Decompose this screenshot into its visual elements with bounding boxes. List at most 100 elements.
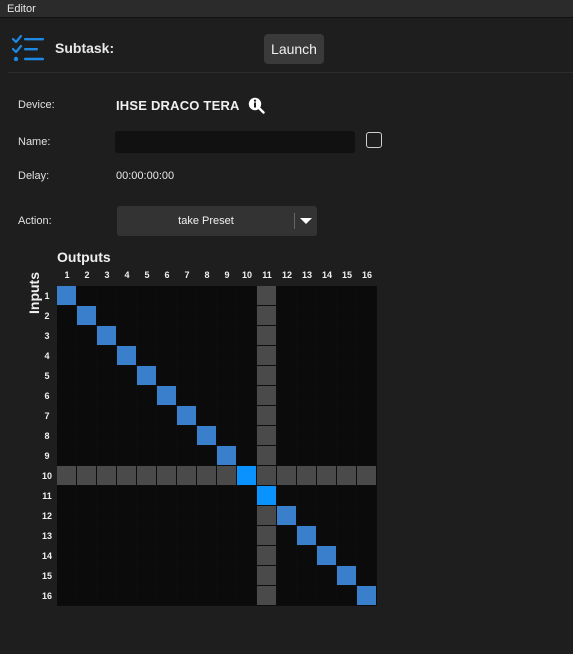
crosspoint-cell-in11-out12[interactable] (277, 486, 296, 505)
crosspoint-cell-in10-out15[interactable] (337, 466, 356, 485)
crosspoint-cell-in1-out6[interactable] (157, 286, 176, 305)
crosspoint-cell-in11-out8[interactable] (197, 486, 216, 505)
crosspoint-cell-in2-out9[interactable] (217, 306, 236, 325)
crosspoint-cell-in5-out8[interactable] (197, 366, 216, 385)
crosspoint-cell-in16-out15[interactable] (337, 586, 356, 605)
crosspoint-cell-in13-out13[interactable] (297, 526, 316, 545)
crosspoint-cell-in4-out6[interactable] (157, 346, 176, 365)
crosspoint-cell-in4-out14[interactable] (317, 346, 336, 365)
crosspoint-cell-in4-out11[interactable] (257, 346, 276, 365)
crosspoint-cell-in15-out5[interactable] (137, 566, 156, 585)
crosspoint-cell-in5-out7[interactable] (177, 366, 196, 385)
crosspoint-cell-in5-out11[interactable] (257, 366, 276, 385)
crosspoint-cell-in15-out15[interactable] (337, 566, 356, 585)
crosspoint-cell-in6-out8[interactable] (197, 386, 216, 405)
crosspoint-cell-in9-out16[interactable] (357, 446, 376, 465)
crosspoint-cell-in7-out13[interactable] (297, 406, 316, 425)
crosspoint-cell-in10-out4[interactable] (117, 466, 136, 485)
crosspoint-cell-in5-out16[interactable] (357, 366, 376, 385)
crosspoint-cell-in6-out12[interactable] (277, 386, 296, 405)
crosspoint-cell-in10-out8[interactable] (197, 466, 216, 485)
crosspoint-cell-in7-out12[interactable] (277, 406, 296, 425)
crosspoint-cell-in11-out3[interactable] (97, 486, 116, 505)
crosspoint-cell-in13-out5[interactable] (137, 526, 156, 545)
crosspoint-cell-in12-out5[interactable] (137, 506, 156, 525)
crosspoint-cell-in11-out9[interactable] (217, 486, 236, 505)
crosspoint-cell-in13-out1[interactable] (57, 526, 76, 545)
crosspoint-cell-in10-out5[interactable] (137, 466, 156, 485)
crosspoint-cell-in8-out16[interactable] (357, 426, 376, 445)
crosspoint-cell-in7-out2[interactable] (77, 406, 96, 425)
crosspoint-cell-in12-out12[interactable] (277, 506, 296, 525)
crosspoint-cell-in13-out7[interactable] (177, 526, 196, 545)
crosspoint-cell-in5-out9[interactable] (217, 366, 236, 385)
crosspoint-cell-in5-out2[interactable] (77, 366, 96, 385)
crosspoint-cell-in13-out16[interactable] (357, 526, 376, 545)
crosspoint-cell-in10-out14[interactable] (317, 466, 336, 485)
crosspoint-cell-in5-out10[interactable] (237, 366, 256, 385)
crosspoint-cell-in5-out5[interactable] (137, 366, 156, 385)
crosspoint-cell-in6-out14[interactable] (317, 386, 336, 405)
crosspoint-cell-in12-out16[interactable] (357, 506, 376, 525)
launch-button[interactable]: Launch (264, 34, 324, 64)
crosspoint-cell-in9-out13[interactable] (297, 446, 316, 465)
crosspoint-cell-in9-out4[interactable] (117, 446, 136, 465)
crosspoint-cell-in5-out4[interactable] (117, 366, 136, 385)
crosspoint-cell-in10-out11[interactable] (257, 466, 276, 485)
crosspoint-cell-in13-out9[interactable] (217, 526, 236, 545)
crosspoint-cell-in13-out8[interactable] (197, 526, 216, 545)
crosspoint-cell-in3-out2[interactable] (77, 326, 96, 345)
crosspoint-cell-in12-out6[interactable] (157, 506, 176, 525)
crosspoint-cell-in6-out1[interactable] (57, 386, 76, 405)
crosspoint-cell-in2-out3[interactable] (97, 306, 116, 325)
crosspoint-cell-in8-out2[interactable] (77, 426, 96, 445)
crosspoint-cell-in7-out8[interactable] (197, 406, 216, 425)
crosspoint-cell-in4-out16[interactable] (357, 346, 376, 365)
crosspoint-cell-in13-out12[interactable] (277, 526, 296, 545)
crosspoint-cell-in9-out2[interactable] (77, 446, 96, 465)
crosspoint-cell-in12-out4[interactable] (117, 506, 136, 525)
crosspoint-cell-in3-out15[interactable] (337, 326, 356, 345)
crosspoint-cell-in6-out3[interactable] (97, 386, 116, 405)
crosspoint-cell-in2-out1[interactable] (57, 306, 76, 325)
crosspoint-cell-in9-out14[interactable] (317, 446, 336, 465)
crosspoint-cell-in14-out15[interactable] (337, 546, 356, 565)
crosspoint-cell-in2-out7[interactable] (177, 306, 196, 325)
crosspoint-cell-in12-out15[interactable] (337, 506, 356, 525)
crosspoint-cell-in15-out13[interactable] (297, 566, 316, 585)
crosspoint-cell-in3-out12[interactable] (277, 326, 296, 345)
crosspoint-cell-in16-out3[interactable] (97, 586, 116, 605)
crosspoint-cell-in2-out2[interactable] (77, 306, 96, 325)
crosspoint-cell-in6-out16[interactable] (357, 386, 376, 405)
crosspoint-cell-in9-out11[interactable] (257, 446, 276, 465)
crosspoint-cell-in11-out5[interactable] (137, 486, 156, 505)
crosspoint-cell-in4-out2[interactable] (77, 346, 96, 365)
crosspoint-cell-in6-out13[interactable] (297, 386, 316, 405)
crosspoint-cell-in16-out13[interactable] (297, 586, 316, 605)
crosspoint-cell-in13-out15[interactable] (337, 526, 356, 545)
crosspoint-cell-in1-out9[interactable] (217, 286, 236, 305)
crosspoint-cell-in5-out1[interactable] (57, 366, 76, 385)
crosspoint-cell-in14-out6[interactable] (157, 546, 176, 565)
crosspoint-cell-in1-out14[interactable] (317, 286, 336, 305)
name-input[interactable] (115, 131, 355, 153)
crosspoint-cell-in16-out7[interactable] (177, 586, 196, 605)
crosspoint-cell-in5-out3[interactable] (97, 366, 116, 385)
crosspoint-cell-in2-out8[interactable] (197, 306, 216, 325)
crosspoint-cell-in2-out6[interactable] (157, 306, 176, 325)
crosspoint-cell-in8-out9[interactable] (217, 426, 236, 445)
crosspoint-cell-in13-out14[interactable] (317, 526, 336, 545)
crosspoint-cell-in12-out2[interactable] (77, 506, 96, 525)
crosspoint-cell-in2-out10[interactable] (237, 306, 256, 325)
crosspoint-cell-in1-out2[interactable] (77, 286, 96, 305)
crosspoint-cell-in14-out4[interactable] (117, 546, 136, 565)
crosspoint-cell-in13-out10[interactable] (237, 526, 256, 545)
crosspoint-cell-in14-out10[interactable] (237, 546, 256, 565)
crosspoint-cell-in14-out9[interactable] (217, 546, 236, 565)
crosspoint-cell-in16-out16[interactable] (357, 586, 376, 605)
crosspoint-cell-in7-out16[interactable] (357, 406, 376, 425)
crosspoint-cell-in9-out10[interactable] (237, 446, 256, 465)
crosspoint-cell-in2-out13[interactable] (297, 306, 316, 325)
crosspoint-cell-in16-out6[interactable] (157, 586, 176, 605)
crosspoint-cell-in13-out11[interactable] (257, 526, 276, 545)
